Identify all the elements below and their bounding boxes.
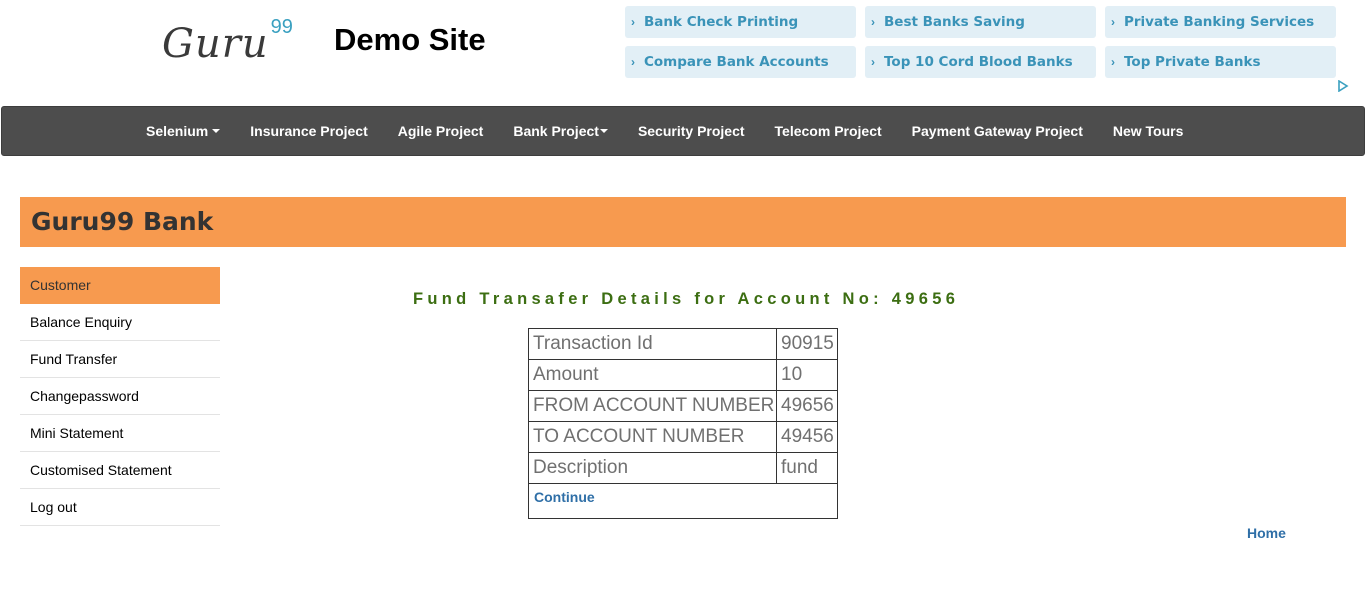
ad-link-top-10-cord-blood-banks[interactable]: › Top 10 Cord Blood Banks	[865, 46, 1096, 78]
sidebar-item-customised-statement[interactable]: Customised Statement	[20, 452, 220, 489]
page-heading: Fund Transafer Details for Account No: 4…	[413, 290, 960, 308]
ad-links-block: › Bank Check Printing › Best Banks Savin…	[625, 6, 1336, 78]
logo-text: Guru	[162, 21, 269, 67]
row-label: Amount	[529, 360, 777, 390]
sidebar-item-log-out[interactable]: Log out	[20, 489, 220, 526]
guru99-logo[interactable]: Guru 99	[162, 16, 293, 68]
nav-item-bank-project[interactable]: Bank Project	[498, 123, 623, 139]
row-value: 90915	[781, 333, 834, 354]
ad-link-label: Top Private Banks	[1124, 54, 1261, 70]
nav-item-label: Payment Gateway Project	[911, 123, 1083, 139]
table-row: TO ACCOUNT NUMBER 49456	[529, 422, 837, 453]
nav-item-selenium[interactable]: Selenium	[131, 123, 235, 139]
row-label: Description	[529, 453, 777, 483]
nav-item-label: Insurance Project	[250, 123, 368, 139]
nav-item-insurance-project[interactable]: Insurance Project	[235, 123, 383, 139]
ad-link-label: Best Banks Saving	[884, 14, 1025, 30]
bank-title: Guru99 Bank	[31, 207, 214, 236]
chevron-right-icon: ›	[1111, 55, 1115, 69]
chevron-right-icon: ›	[1111, 15, 1115, 29]
transfer-details-table: Transaction Id 90915 Amount 10 FROM ACCO…	[528, 328, 838, 519]
chevron-right-icon: ›	[631, 55, 635, 69]
nav-item-security-project[interactable]: Security Project	[623, 123, 760, 139]
caret-down-icon	[599, 129, 608, 133]
chevron-right-icon: ›	[871, 15, 875, 29]
nav-item-label: Telecom Project	[774, 123, 882, 139]
sidebar-item-fund-transfer[interactable]: Fund Transfer	[20, 341, 220, 378]
nav-item-label: Bank Project	[513, 123, 599, 139]
nav-item-label: New Tours	[1112, 123, 1184, 139]
bank-banner: Guru99 Bank	[20, 197, 1346, 247]
chevron-right-icon: ›	[631, 15, 635, 29]
ad-choices-icon[interactable]	[1337, 80, 1349, 92]
ad-link-label: Bank Check Printing	[644, 14, 799, 30]
nav-item-label: Agile Project	[397, 123, 484, 139]
nav-item-payment-gateway-project[interactable]: Payment Gateway Project	[897, 123, 1098, 139]
ad-link-label: Top 10 Cord Blood Banks	[884, 54, 1073, 70]
logo-superscript: 99	[270, 16, 293, 38]
caret-down-icon	[212, 129, 221, 133]
chevron-right-icon: ›	[871, 55, 875, 69]
ad-link-top-private-banks[interactable]: › Top Private Banks	[1105, 46, 1336, 78]
nav-item-new-tours[interactable]: New Tours	[1098, 123, 1199, 139]
table-row: Amount 10	[529, 360, 837, 391]
ad-link-compare-bank-accounts[interactable]: › Compare Bank Accounts	[625, 46, 856, 78]
main-navbar: Selenium Insurance Project Agile Project…	[1, 106, 1365, 156]
nav-item-agile-project[interactable]: Agile Project	[383, 123, 499, 139]
nav-item-label: Selenium	[146, 123, 209, 139]
nav-item-label: Security Project	[637, 123, 745, 139]
ad-link-private-banking-services[interactable]: › Private Banking Services	[1105, 6, 1336, 38]
table-row: Description fund	[529, 453, 837, 484]
nav-item-telecom-project[interactable]: Telecom Project	[760, 123, 897, 139]
ad-link-label: Compare Bank Accounts	[644, 54, 829, 70]
row-value: fund	[781, 457, 818, 478]
sidebar-item-customer[interactable]: Customer	[20, 267, 220, 304]
home-link[interactable]: Home	[1247, 525, 1286, 541]
sidebar-item-changepassword[interactable]: Changepassword	[20, 378, 220, 415]
row-value: 49456	[781, 426, 834, 447]
table-row: Transaction Id 90915	[529, 329, 837, 360]
continue-link[interactable]: Continue	[534, 489, 595, 505]
ad-link-bank-check-printing[interactable]: › Bank Check Printing	[625, 6, 856, 38]
row-value: 49656	[781, 395, 834, 416]
sidebar-menu: Customer Balance Enquiry Fund Transfer C…	[20, 267, 220, 526]
ad-link-best-banks-saving[interactable]: › Best Banks Saving	[865, 6, 1096, 38]
row-value: 10	[781, 364, 803, 385]
row-label: Transaction Id	[529, 329, 777, 359]
row-label: TO ACCOUNT NUMBER	[529, 422, 777, 452]
ad-link-label: Private Banking Services	[1124, 14, 1315, 30]
site-title: Demo Site	[334, 22, 486, 57]
row-label: FROM ACCOUNT NUMBER	[529, 391, 777, 421]
sidebar-item-balance-enquiry[interactable]: Balance Enquiry	[20, 304, 220, 341]
table-row: FROM ACCOUNT NUMBER 49656	[529, 391, 837, 422]
sidebar-item-mini-statement[interactable]: Mini Statement	[20, 415, 220, 452]
